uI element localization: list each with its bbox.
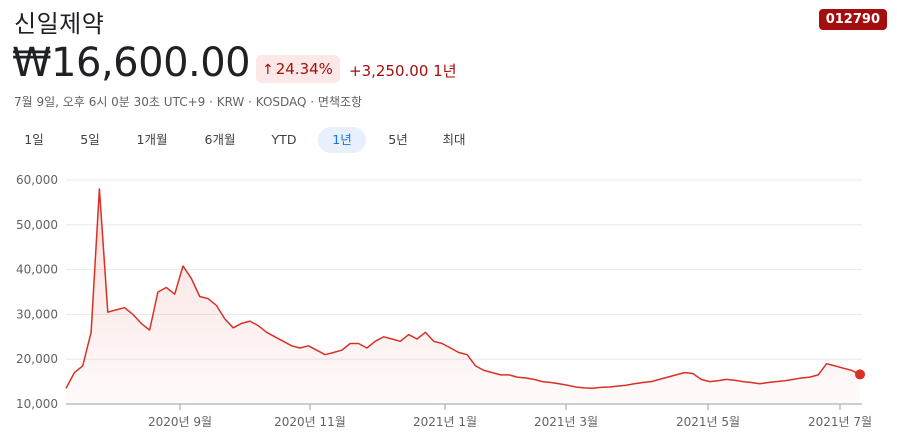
x-axis-labels: 2020년 9월 2020년 11월 2021년 1월 2021년 3월 2021년 5…	[148, 404, 872, 429]
change-percent-badge: ↑ 24.34%	[256, 55, 340, 83]
change-percent: 24.34%	[275, 60, 333, 78]
y-tick-label: 20,000	[16, 352, 58, 366]
price-chart[interactable]: 60,000 50,000 40,000 30,000 20,000 10,000 202…	[0, 160, 897, 444]
y-tick-label: 30,000	[16, 307, 58, 321]
y-tick-label: 50,000	[16, 218, 58, 232]
tab-1d[interactable]: 1일	[14, 127, 54, 153]
tab-1m[interactable]: 1개월	[128, 127, 176, 153]
y-tick-label: 60,000	[16, 173, 58, 187]
y-tick-label: 40,000	[16, 263, 58, 277]
change-period: 1년	[433, 62, 457, 80]
change-absolute-value: +3,250.00	[349, 62, 429, 80]
tab-5d[interactable]: 5일	[70, 127, 110, 153]
current-price: ₩16,600.00	[12, 40, 251, 86]
price-area	[66, 189, 860, 404]
price-metadata: 7월 9일, 오후 6시 0분 30초 UTC+9 · KRW · KOSDAQ…	[14, 95, 363, 109]
tab-5y[interactable]: 5년	[378, 127, 418, 153]
x-tick-label: 2021년 7월	[808, 415, 872, 429]
tab-6m[interactable]: 6개월	[196, 127, 244, 153]
x-tick-label: 2020년 9월	[148, 415, 212, 429]
x-tick-label: 2021년 3월	[534, 415, 598, 429]
last-price-point	[855, 369, 865, 380]
tab-max[interactable]: 최대	[432, 127, 476, 153]
stock-name: 신일제약	[14, 10, 105, 38]
x-tick-label: 2020년 11월	[274, 415, 346, 429]
y-axis-labels: 60,000 50,000 40,000 30,000 20,000 10,000	[16, 173, 58, 411]
tab-ytd[interactable]: YTD	[264, 127, 304, 153]
tab-1y[interactable]: 1년	[318, 127, 366, 153]
ticker-badge: 012790	[818, 9, 887, 30]
x-tick-label: 2021년 1월	[413, 415, 477, 429]
y-tick-label: 10,000	[16, 397, 58, 411]
arrow-up-icon: ↑	[262, 62, 274, 78]
x-tick-label: 2021년 5월	[676, 415, 740, 429]
change-absolute: +3,250.00 1년	[349, 60, 457, 81]
